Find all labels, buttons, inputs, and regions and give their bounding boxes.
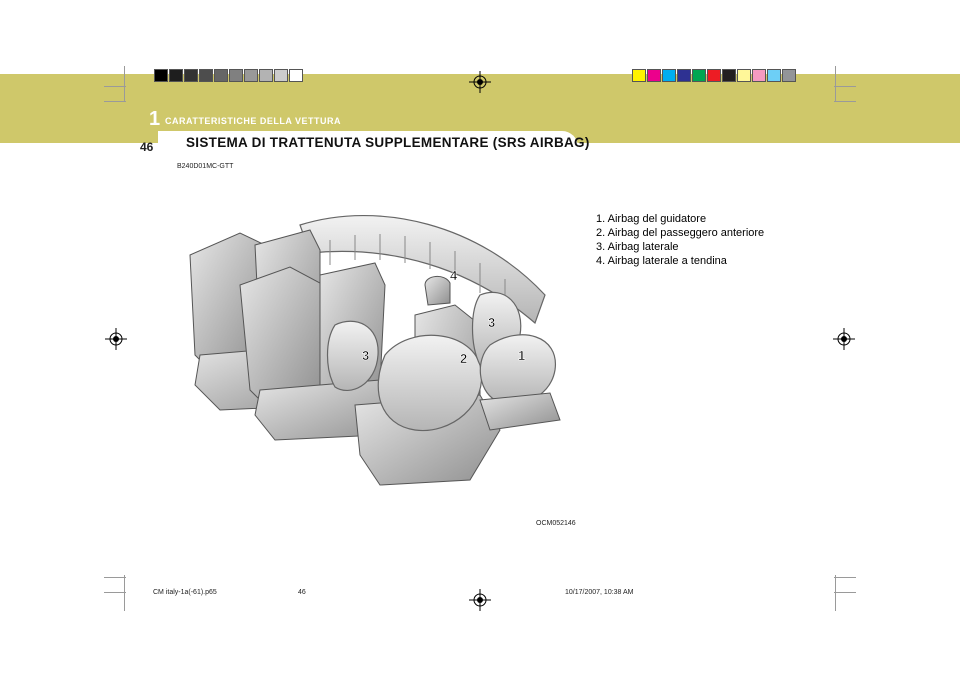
- registration-mark-icon: [105, 328, 127, 350]
- color-swatch: [737, 69, 751, 82]
- figure-code: OCM052146: [536, 520, 576, 527]
- gray-swatch: [259, 69, 273, 82]
- airbag-label: 3: [362, 348, 369, 363]
- airbag-illustration: 1 2 3 3 4: [189, 214, 561, 486]
- crop-mark: [104, 101, 126, 102]
- gray-swatch: [154, 69, 168, 82]
- crop-mark: [834, 577, 856, 578]
- crop-mark: [104, 577, 126, 578]
- gray-swatch: [229, 69, 243, 82]
- section-title: SISTEMA DI TRATTENUTA SUPPLEMENTARE (SRS…: [186, 135, 590, 150]
- crop-mark: [835, 575, 836, 611]
- airbag-legend: 1. Airbag del guidatore 2. Airbag del pa…: [596, 212, 764, 268]
- airbag-label: 3: [488, 315, 495, 330]
- color-swatch: [722, 69, 736, 82]
- color-swatch: [632, 69, 646, 82]
- chapter-number: 1: [149, 108, 161, 130]
- crop-mark: [835, 66, 836, 102]
- gray-swatch: [184, 69, 198, 82]
- color-swatch: [767, 69, 781, 82]
- gray-swatch: [169, 69, 183, 82]
- gray-swatch: [289, 69, 303, 82]
- airbag-label: 2: [460, 351, 467, 366]
- gray-swatch: [274, 69, 288, 82]
- gray-swatch: [214, 69, 228, 82]
- airbag-label: 1: [518, 348, 525, 363]
- registration-mark-icon: [833, 328, 855, 350]
- color-swatch: [707, 69, 721, 82]
- crop-mark: [834, 101, 856, 102]
- crop-mark: [124, 575, 125, 611]
- footer-page: 46: [298, 589, 306, 596]
- gray-color-bar: [154, 69, 304, 82]
- airbag-label: 4: [450, 268, 458, 283]
- crop-mark: [834, 592, 856, 593]
- registration-mark-icon: [469, 589, 491, 611]
- color-swatch: [752, 69, 766, 82]
- footer-file: CM italy-1a(-61).p65: [153, 589, 217, 596]
- page-number: 46: [140, 140, 154, 154]
- cmyk-color-bar: [632, 69, 797, 82]
- gray-swatch: [199, 69, 213, 82]
- legend-item: 3. Airbag laterale: [596, 241, 679, 253]
- color-swatch: [782, 69, 796, 82]
- legend-item: 4. Airbag laterale a tendina: [596, 255, 727, 267]
- crop-mark: [834, 86, 856, 87]
- gray-swatch: [244, 69, 258, 82]
- registration-mark-icon: [469, 71, 491, 93]
- document-code: B240D01MC-GTT: [177, 163, 234, 170]
- headrest: [424, 276, 451, 306]
- footer-timestamp: 10/17/2007, 10:38 AM: [565, 589, 634, 596]
- color-swatch: [692, 69, 706, 82]
- chapter-title: CARATTERISTICHE DELLA VETTURA: [165, 116, 341, 126]
- crop-mark: [124, 66, 125, 102]
- legend-item: 1. Airbag del guidatore: [596, 213, 707, 225]
- color-swatch: [677, 69, 691, 82]
- crop-mark: [104, 592, 126, 593]
- crop-mark: [104, 86, 126, 87]
- legend-item: 2. Airbag del passeggero anteriore: [596, 227, 765, 239]
- driver-seat-cushion: [479, 392, 561, 431]
- color-swatch: [647, 69, 661, 82]
- color-swatch: [662, 69, 676, 82]
